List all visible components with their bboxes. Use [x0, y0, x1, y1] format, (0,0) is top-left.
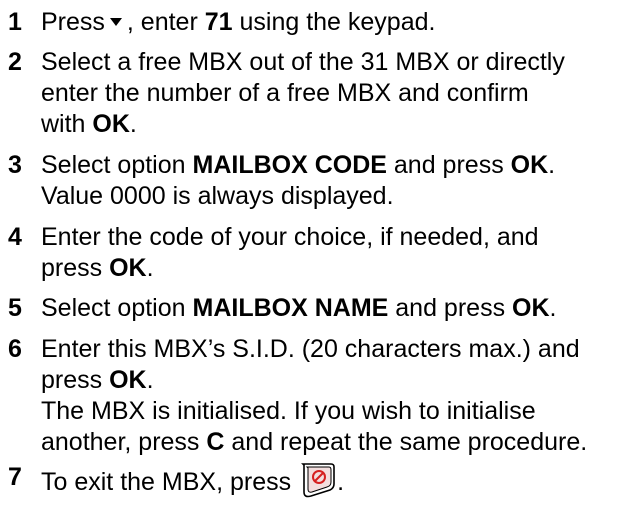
step-number: 1 [8, 8, 22, 36]
step-text: Select a free MBX out of the 31 MBX or d… [41, 48, 565, 138]
step-text: Enter the code of your choice, if needed… [41, 223, 539, 282]
step-6: 6 Enter this MBX’s S.I.D. (20 characters… [8, 334, 626, 458]
down-arrow-key-icon [109, 17, 122, 26]
step-number: 6 [8, 335, 22, 363]
step-5: 5 Select option MAILBOX NAME and press O… [8, 293, 626, 324]
step-1: 1 Press, enter 71 using the keypad. [8, 7, 626, 38]
step-number: 4 [8, 223, 22, 251]
step-text: Select option MAILBOX CODE and press OK.… [41, 151, 556, 210]
step-text: To exit the MBX, press . [41, 462, 626, 498]
step-text: Press, enter 71 using the keypad. [41, 8, 436, 36]
step-number: 5 [8, 294, 22, 322]
stop-key-icon [301, 463, 335, 498]
step-2: 2 Select a free MBX out of the 31 MBX or… [8, 47, 626, 140]
step-3: 3 Select option MAILBOX CODE and press O… [8, 150, 626, 212]
step-4: 4 Enter the code of your choice, if need… [8, 222, 626, 284]
step-text: Select option MAILBOX NAME and press OK. [41, 294, 557, 322]
step-text: Enter this MBX’s S.I.D. (20 characters m… [41, 335, 588, 456]
step-number: 3 [8, 151, 22, 179]
step-number: 2 [8, 48, 22, 76]
step-7: 7 To exit the MBX, press . [8, 462, 626, 498]
step-number: 7 [8, 463, 22, 491]
